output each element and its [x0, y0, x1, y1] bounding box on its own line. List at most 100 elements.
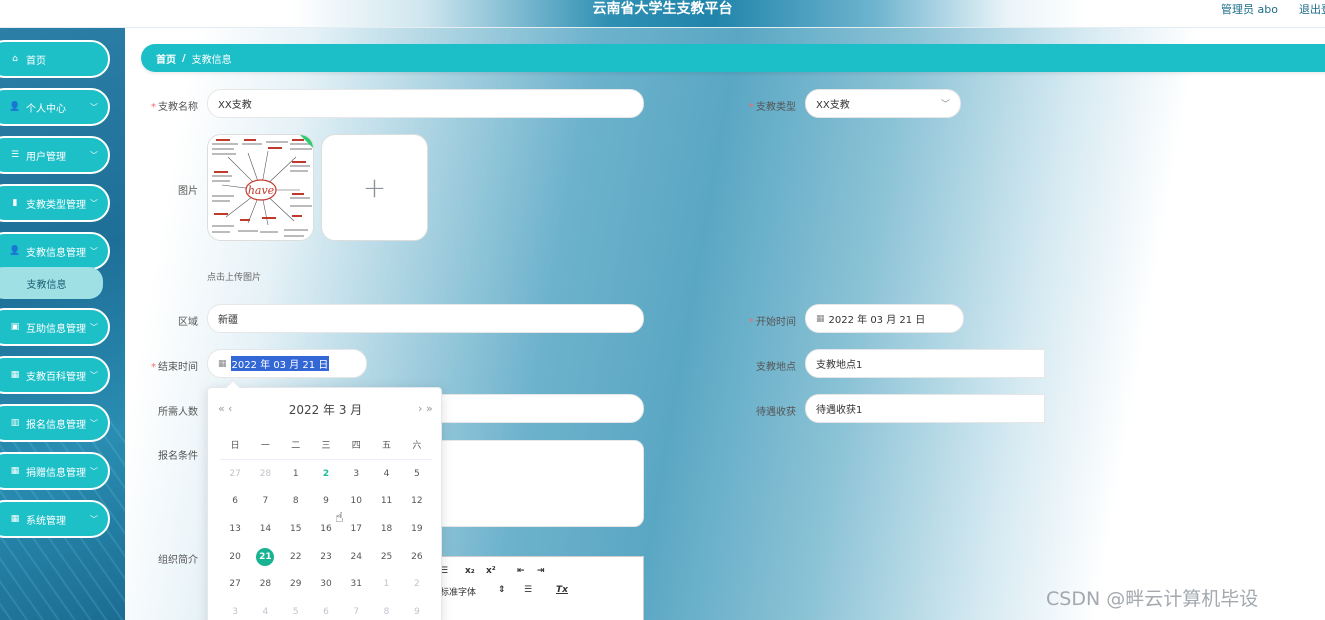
weekday-label: 四 — [351, 441, 361, 451]
watermark: CSDN @畔云计算机毕设 — [1046, 588, 1259, 610]
date-cell[interactable]: 8 — [371, 607, 401, 617]
date-cell[interactable]: 6 — [311, 607, 341, 617]
sidebar-item-home[interactable]: ⌂ 首页 — [0, 40, 110, 78]
calendar-icon: ▦ — [816, 313, 825, 324]
date-cell[interactable]: 27 — [220, 469, 250, 479]
sidebar-item-mutual-aid-management[interactable]: ▣ 互助信息管理 ﹀ — [0, 308, 110, 346]
sidebar-item-label: 个人中心 — [26, 103, 66, 115]
chevron-down-icon: ﹀ — [90, 370, 98, 380]
date-cell[interactable]: 18 — [371, 524, 401, 534]
breadcrumb: 首页 / 支教信息 — [141, 44, 1325, 72]
date-cell[interactable]: 19 — [402, 524, 432, 534]
uploaded-image-thumbnail[interactable]: have — [207, 134, 314, 241]
date-cell[interactable]: 17 — [341, 524, 371, 534]
date-row: 27 28 1 2 3 4 5 — [220, 460, 432, 488]
date-cell[interactable]: 7 — [250, 496, 280, 506]
date-cell[interactable]: 8 — [281, 496, 311, 506]
end-time-input[interactable]: ▦ 2022 年 03 月 21 日 — [207, 349, 367, 378]
chevron-down-icon: ﹀ — [940, 100, 950, 110]
chevron-down-icon: ﹀ — [90, 514, 98, 524]
weekday-label: 三 — [321, 441, 331, 451]
date-cell[interactable]: 13 — [220, 524, 250, 534]
date-cell[interactable]: 4 — [250, 607, 280, 617]
date-cell[interactable]: 1 — [281, 469, 311, 479]
date-cell[interactable]: 28 — [250, 579, 280, 589]
logout-link[interactable]: 退出登录 — [1299, 1, 1325, 17]
type-select[interactable]: XX支教 ﹀ — [805, 89, 961, 118]
sidebar-item-volunteer-wiki-management[interactable]: ▦ 支教百科管理 ﹀ — [0, 356, 110, 394]
date-cell[interactable]: 31 — [341, 579, 371, 589]
date-cell[interactable]: 21 — [250, 547, 280, 566]
breadcrumb-current: 支教信息 — [191, 54, 232, 66]
date-cell[interactable]: 9 — [402, 607, 432, 617]
font-select[interactable]: 标准字体 — [440, 585, 476, 598]
date-cell[interactable]: 29 — [281, 579, 311, 589]
type-label: * 支教类型 — [749, 102, 796, 113]
date-cell[interactable]: 2 — [311, 469, 341, 479]
subscript-button[interactable]: x₂ — [465, 566, 475, 576]
grid-icon: ▦ — [10, 514, 20, 524]
region-input[interactable]: 新疆 — [207, 304, 644, 333]
date-cell[interactable]: 20 — [220, 552, 250, 562]
top-bar: 云南省大学生支教平台 管理员 abo 退出登录 — [0, 0, 1325, 28]
outdent-button[interactable]: ⇥ — [537, 566, 545, 576]
date-cell[interactable]: 2 — [402, 579, 432, 589]
clipboard-icon: ▣ — [10, 322, 20, 332]
breadcrumb-home[interactable]: 首页 — [156, 51, 176, 66]
thumbnail-center-word: have — [248, 184, 275, 197]
date-cell[interactable]: 26 — [402, 552, 432, 562]
submenu-item-volunteer-info[interactable]: 支教信息 — [0, 267, 103, 299]
sidebar-item-user-management[interactable]: ☰ 用户管理 ﹀ — [0, 136, 110, 174]
condition-textarea[interactable] — [428, 440, 644, 527]
bar-chart-icon: ▥ — [10, 418, 20, 428]
date-cell[interactable]: 7 — [341, 607, 371, 617]
sidebar-item-volunteer-type-management[interactable]: ▮ 支教类型管理 ﹀ — [0, 184, 110, 222]
clear-format-button[interactable]: Tx — [556, 585, 568, 595]
date-cell[interactable]: 5 — [402, 469, 432, 479]
date-picker-title: 2022 年 3 月 — [288, 403, 363, 417]
date-cell[interactable]: 25 — [371, 552, 401, 562]
date-cell[interactable]: 5 — [281, 607, 311, 617]
chevron-down-icon: ﹀ — [90, 198, 98, 208]
date-cell[interactable]: 4 — [371, 469, 401, 479]
next-year-button[interactable]: » — [426, 402, 433, 415]
start-time-input[interactable]: ▦ 2022 年 03 月 21 日 — [805, 304, 964, 333]
align-button[interactable]: ☰ — [524, 585, 532, 595]
next-month-button[interactable]: › — [418, 402, 422, 415]
calendar-icon: ▦ — [218, 358, 227, 369]
date-cell[interactable]: 6 — [220, 496, 250, 506]
benefit-input[interactable]: 待遇收获1 — [805, 394, 1045, 423]
date-cell[interactable]: 15 — [281, 524, 311, 534]
indent-button[interactable]: ⇤ — [517, 566, 525, 576]
date-cell[interactable]: 10 — [341, 496, 371, 506]
current-user[interactable]: 管理员 abo — [1221, 1, 1278, 17]
sidebar-item-system-management[interactable]: ▦ 系统管理 ﹀ — [0, 500, 110, 538]
chevron-down-icon: ﹀ — [90, 150, 98, 160]
date-cell[interactable]: 1 — [371, 579, 401, 589]
date-cell[interactable]: 9 — [311, 496, 341, 506]
name-label: * 支教名称 — [151, 102, 198, 113]
date-cell[interactable]: 12 — [402, 496, 432, 506]
superscript-button[interactable]: x² — [486, 566, 496, 576]
date-cell[interactable]: 27 — [220, 579, 250, 589]
date-cell[interactable]: 28 — [250, 469, 280, 479]
grid-icon: ▦ — [10, 370, 20, 380]
breadcrumb-separator: / — [182, 52, 186, 64]
date-cell[interactable]: 22 — [281, 552, 311, 562]
date-cell[interactable]: 24 — [341, 552, 371, 562]
font-select-arrow-icon: ⇕ — [498, 585, 506, 595]
date-cell[interactable]: 14 — [250, 524, 280, 534]
name-input[interactable]: XX支教 — [207, 89, 644, 118]
date-cell[interactable]: 30 — [311, 579, 341, 589]
date-cell[interactable]: 3 — [341, 469, 371, 479]
date-cell[interactable]: 23 — [311, 552, 341, 562]
sidebar-item-registration-management[interactable]: ▥ 报名信息管理 ﹀ — [0, 404, 110, 442]
sidebar-item-donation-management[interactable]: ▦ 捐赠信息管理 ﹀ — [0, 452, 110, 490]
chevron-down-icon: ﹀ — [90, 102, 98, 112]
sidebar-item-personal-center[interactable]: 👤 个人中心 ﹀ — [0, 88, 110, 126]
date-cell[interactable]: 3 — [220, 607, 250, 617]
date-cell[interactable]: 11 — [371, 496, 401, 506]
place-input[interactable]: 支教地点1 — [805, 349, 1045, 378]
sidebar-item-volunteer-info-management[interactable]: 👤 支教信息管理 ﹀ — [0, 232, 110, 270]
upload-button[interactable]: + — [321, 134, 428, 241]
